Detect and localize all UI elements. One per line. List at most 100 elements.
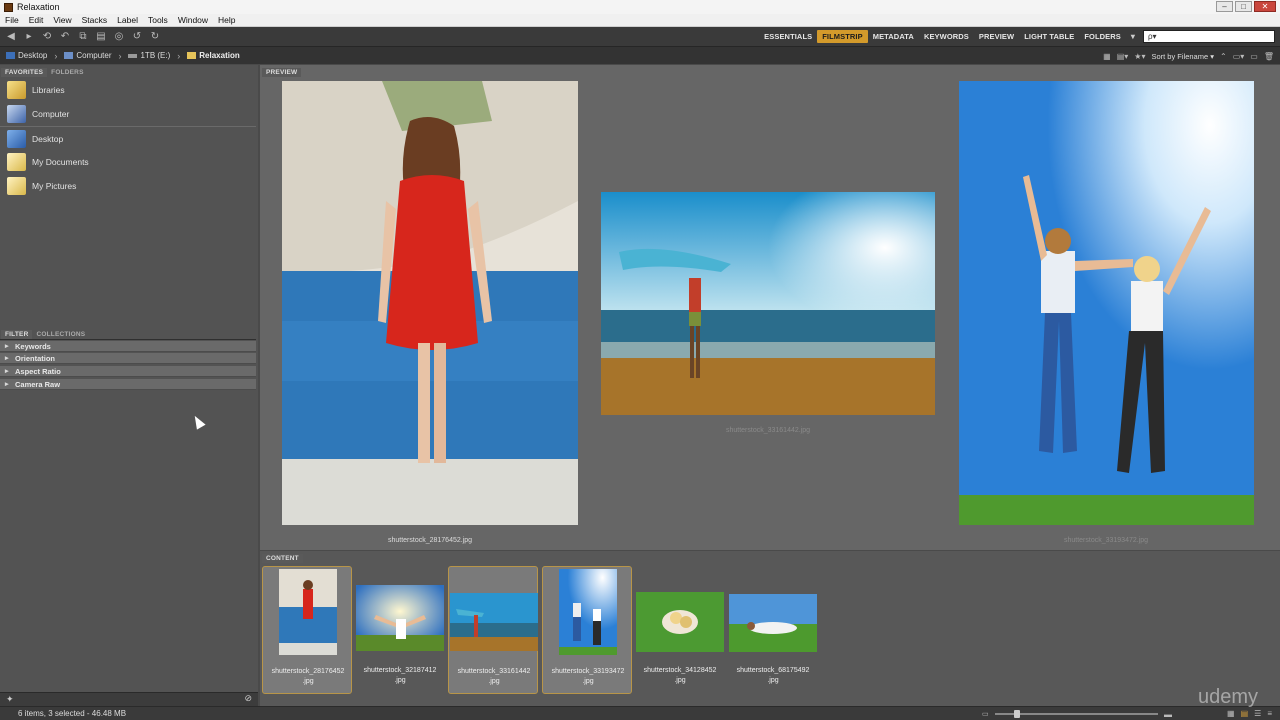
workspace-keywords[interactable]: KEYWORDS <box>919 30 974 43</box>
filter-orientation[interactable]: Orientation <box>0 353 256 364</box>
workspace-filmstrip[interactable]: FILMSTRIP <box>817 30 868 43</box>
workspace-preview[interactable]: PREVIEW <box>974 30 1019 43</box>
favorite-libraries[interactable]: Libraries <box>0 78 256 102</box>
tab-collections[interactable]: COLLECTIONS <box>32 330 89 339</box>
preview-image-3[interactable] <box>959 81 1254 525</box>
menu-edit[interactable]: Edit <box>24 15 49 25</box>
thumbnail-image <box>356 585 444 651</box>
open-in-camera-raw-icon[interactable]: ◎ <box>112 31 126 43</box>
divider <box>0 339 256 340</box>
thumbnail-item[interactable]: shutterstock_28176452 .jpg <box>262 566 352 694</box>
menu-window[interactable]: Window <box>173 15 213 25</box>
tab-content[interactable]: CONTENT <box>262 554 303 563</box>
thumbnail-item[interactable]: shutterstock_34128452 .jpg <box>635 566 725 694</box>
trash-icon[interactable]: 🗑 <box>1264 52 1274 61</box>
grid-view-icon[interactable]: ▦ <box>1227 709 1235 718</box>
sort-ascending-icon[interactable]: ⌃ <box>1220 52 1227 61</box>
workspace-light-table[interactable]: LIGHT TABLE <box>1019 30 1079 43</box>
menu-bar: File Edit View Stacks Label Tools Window… <box>0 14 1280 27</box>
filter-panel-footer: ✦ ⊘ <box>0 692 258 706</box>
menu-stacks[interactable]: Stacks <box>77 15 113 25</box>
folder-icon <box>187 52 197 59</box>
workspace-folders[interactable]: FOLDERS <box>1079 30 1126 43</box>
menu-file[interactable]: File <box>0 15 24 25</box>
menu-tools[interactable]: Tools <box>143 15 173 25</box>
workspace-essentials[interactable]: ESSENTIALS <box>759 30 817 43</box>
favorite-my-pictures[interactable]: My Pictures <box>0 174 256 198</box>
recent-folders-icon[interactable]: ⟲ <box>40 31 54 43</box>
list-view-icon[interactable]: ≡ <box>1267 709 1272 718</box>
thumbnail-view-icon[interactable]: ▤ <box>1241 709 1249 718</box>
tab-favorites[interactable]: FAVORITES <box>1 68 48 77</box>
udemy-watermark: udemy <box>1197 686 1258 708</box>
zoom-out-icon[interactable]: ▭ <box>982 710 989 718</box>
slider-track[interactable] <box>994 710 1158 718</box>
slider-thumb[interactable] <box>1014 710 1021 718</box>
maximize-button[interactable]: □ <box>1235 1 1252 12</box>
preview-image-2[interactable] <box>601 192 935 415</box>
desktop-icon <box>7 129 26 148</box>
pin-icon[interactable]: ✦ <box>6 694 14 705</box>
return-to-app-icon[interactable]: ↶ <box>58 31 72 43</box>
thumbnail-size-slider[interactable]: ▭ ▬ <box>982 710 1172 719</box>
favorite-computer[interactable]: Computer <box>0 102 256 126</box>
sort-menu[interactable]: Sort by Filename ▾ <box>1151 52 1214 61</box>
preview-image-1[interactable] <box>282 81 578 525</box>
thumbnail-image <box>450 593 538 651</box>
favorite-my-documents[interactable]: My Documents <box>0 150 256 174</box>
filter-items-icon[interactable]: ▤▾ <box>1117 52 1129 61</box>
menu-view[interactable]: View <box>48 15 76 25</box>
open-recent-icon[interactable]: ▭▾ <box>1233 52 1245 61</box>
thumbnail-caption: shutterstock_33161442 .jpg <box>457 668 531 685</box>
tab-folders[interactable]: FOLDERS <box>47 68 87 77</box>
minimize-button[interactable]: – <box>1216 1 1233 12</box>
rotate-right-icon[interactable]: ↻ <box>148 31 162 43</box>
details-view-icon[interactable]: ☰ <box>1254 709 1261 718</box>
crumb-computer[interactable]: Computer <box>64 51 111 60</box>
chevron-right-icon[interactable]: › <box>177 51 180 61</box>
crumb-desktop[interactable]: Desktop <box>6 51 47 60</box>
thumbnail-quality-icon[interactable]: ▦ <box>1103 52 1111 61</box>
title-bar: Relaxation – □ ✕ <box>0 0 1280 14</box>
thumbnail-item[interactable]: shutterstock_33193472 .jpg <box>542 566 632 694</box>
get-photos-icon[interactable]: ⧉ <box>76 31 90 43</box>
favorite-desktop[interactable]: Desktop <box>0 126 256 150</box>
thumbnail-caption: shutterstock_34128452 .jpg <box>643 667 717 684</box>
thumbnail-item[interactable]: shutterstock_68175492 .jpg <box>728 566 818 694</box>
libraries-icon <box>7 81 26 99</box>
filter-camera-raw[interactable]: Camera Raw <box>0 379 256 390</box>
bridge-app-icon <box>4 2 13 12</box>
crumb-drive[interactable]: 1TB (E:) <box>128 51 170 60</box>
menu-help[interactable]: Help <box>213 15 240 25</box>
computer-icon <box>64 52 74 59</box>
tab-preview[interactable]: PREVIEW <box>262 68 302 77</box>
back-icon[interactable]: ◀ <box>4 31 18 43</box>
workspace-metadata[interactable]: METADATA <box>868 30 919 43</box>
thumbnail-item[interactable]: shutterstock_32187412 .jpg <box>355 566 445 694</box>
close-button[interactable]: ✕ <box>1254 1 1276 12</box>
thumbnail-item[interactable]: shutterstock_33161442 .jpg <box>448 566 538 694</box>
chevron-right-icon[interactable]: › <box>118 51 121 61</box>
rotate-left-icon[interactable]: ↺ <box>130 31 144 43</box>
thumbnail-caption: shutterstock_32187412 .jpg <box>363 667 437 684</box>
path-bar: Desktop › Computer › 1TB (E:) › Relaxati… <box>0 46 1280 64</box>
status-bar: 6 items, 3 selected - 46.48 MB ▭ ▬ ▦ ▤ ☰… <box>0 706 1280 720</box>
filter-aspect-ratio[interactable]: Aspect Ratio <box>0 366 256 377</box>
forward-icon[interactable]: ▸ <box>22 31 36 43</box>
thumbnail-caption: shutterstock_68175492 .jpg <box>736 667 810 684</box>
chevron-right-icon[interactable]: › <box>54 51 57 61</box>
clear-filter-icon[interactable]: ⊘ <box>244 693 252 704</box>
workspace-menu-icon[interactable]: ▾ <box>1126 30 1140 43</box>
search-input[interactable]: ρ▾ <box>1143 30 1275 43</box>
menu-label[interactable]: Label <box>112 15 143 25</box>
documents-icon <box>7 153 26 171</box>
refine-icon[interactable]: ▤ <box>94 31 108 43</box>
crumb-relaxation[interactable]: Relaxation <box>187 51 240 60</box>
new-folder-icon[interactable]: ▭ <box>1250 52 1258 61</box>
tab-filter[interactable]: FILTER <box>1 330 33 339</box>
pictures-icon <box>7 177 26 195</box>
window-title: Relaxation <box>17 2 60 12</box>
filter-keywords[interactable]: Keywords <box>0 341 256 352</box>
rating-filter-icon[interactable]: ★▾ <box>1134 52 1145 61</box>
zoom-in-icon[interactable]: ▬ <box>1164 710 1172 719</box>
